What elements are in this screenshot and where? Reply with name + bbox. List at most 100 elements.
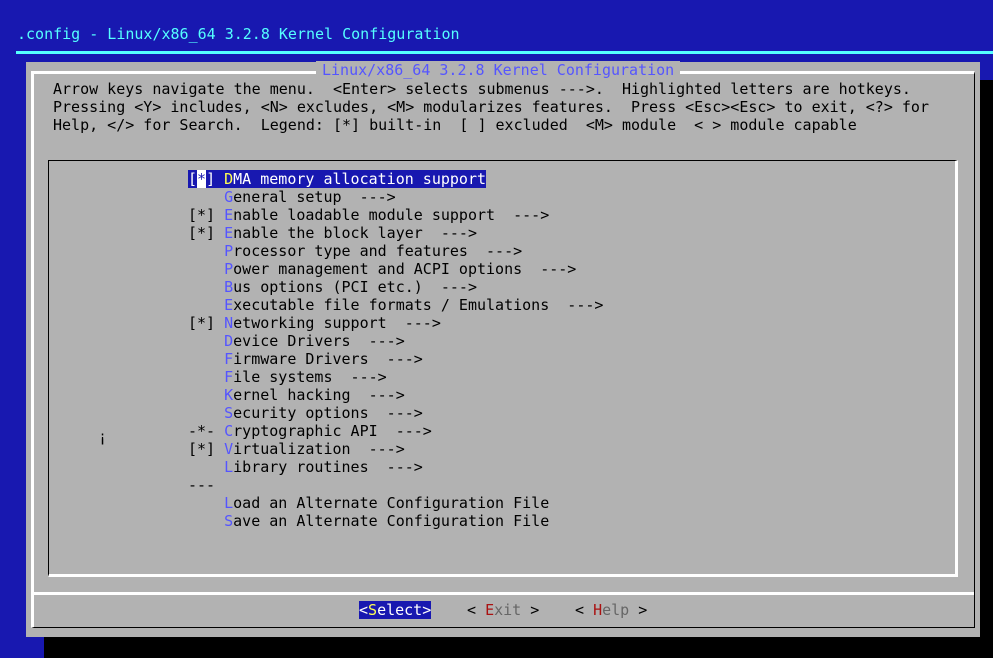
hotkey-letter: E	[485, 601, 495, 619]
hotkey-letter: C	[224, 422, 234, 440]
hotkey-letter: B	[224, 278, 234, 296]
item-label: oad an Alternate Configuration File	[233, 494, 550, 512]
help-text-line: Arrow keys navigate the menu. <Enter> se…	[53, 80, 911, 98]
bracket: >	[521, 601, 540, 619]
item-label: irmware Drivers --->	[233, 350, 423, 368]
hotkey-letter: G	[224, 188, 234, 206]
item-state	[188, 350, 224, 368]
menu-item[interactable]: File systems --->	[188, 368, 387, 386]
dialog-shadow-right	[980, 80, 993, 658]
hotkey-letter: L	[224, 458, 234, 476]
hotkey-letter: F	[224, 350, 234, 368]
bracket: <	[359, 601, 369, 619]
item-state: [	[188, 170, 198, 188]
item-state: [*]	[188, 224, 225, 242]
menu-item[interactable]: [*] Enable the block layer --->	[188, 224, 477, 242]
menu-item[interactable]: [*] DMA memory allocation support	[188, 170, 487, 188]
item-label: ecurity options --->	[233, 404, 423, 422]
item-label: rocessor type and features --->	[233, 242, 523, 260]
item-state: ---	[188, 476, 225, 494]
hotkey-letter: E	[224, 224, 234, 242]
hotkey-letter: S	[224, 512, 234, 530]
menu-item[interactable]: Device Drivers --->	[188, 332, 405, 350]
help-text-line: Help, </> for Search. Legend: [*] built-…	[53, 116, 857, 134]
item-state: [*]	[188, 314, 225, 332]
item-state	[188, 296, 224, 314]
item-state	[188, 332, 224, 350]
hotkey-letter: N	[224, 314, 234, 332]
menu-item[interactable]: Library routines --->	[188, 458, 423, 476]
hotkey-letter: E	[224, 296, 234, 314]
item-label: evice Drivers --->	[233, 332, 405, 350]
hotkey-letter: D	[224, 332, 234, 350]
item-label: nable the block layer --->	[233, 224, 477, 242]
button-label: elp	[602, 601, 630, 619]
menu-item[interactable]: Kernel hacking --->	[188, 386, 405, 404]
item-label: us options (PCI etc.) --->	[233, 278, 477, 296]
help-button[interactable]: < Help >	[575, 601, 647, 619]
hotkey-letter: E	[224, 206, 234, 224]
item-state	[188, 368, 224, 386]
item-state	[188, 260, 224, 278]
hotkey-letter: S	[368, 601, 378, 619]
item-state	[188, 458, 224, 476]
menu-item[interactable]: Processor type and features --->	[188, 242, 522, 260]
item-label: ibrary routines --->	[233, 458, 423, 476]
item-state: ]	[206, 170, 225, 188]
item-state	[188, 278, 224, 296]
item-label: ryptographic API --->	[233, 422, 432, 440]
item-state: -*-	[188, 422, 225, 440]
hotkey-letter: P	[224, 242, 234, 260]
item-label: ile systems --->	[233, 368, 387, 386]
menu-item[interactable]: ---	[188, 476, 224, 494]
hotkey-letter: F	[224, 368, 234, 386]
dialog-shadow-bottom	[44, 637, 993, 658]
select-button[interactable]: <Select>	[359, 601, 432, 619]
menu-item[interactable]: [*] Enable loadable module support --->	[188, 206, 549, 224]
bracket: <	[467, 601, 486, 619]
bracket: >	[629, 601, 648, 619]
menu-item[interactable]: General setup --->	[188, 188, 396, 206]
title-underline	[16, 51, 993, 54]
button-separator	[34, 592, 974, 595]
item-label: MA memory allocation support	[233, 170, 487, 188]
item-state	[188, 188, 224, 206]
hotkey-letter: D	[224, 170, 234, 188]
menu-item[interactable]: Security options --->	[188, 404, 423, 422]
item-state: [*]	[188, 440, 225, 458]
menu-item[interactable]: Bus options (PCI etc.) --->	[188, 278, 477, 296]
item-label: irtualization --->	[233, 440, 405, 458]
item-label: ave an Alternate Configuration File	[233, 512, 550, 530]
button-label: xit	[494, 601, 522, 619]
item-state: [*]	[188, 206, 225, 224]
bracket: <	[575, 601, 594, 619]
item-label: etworking support --->	[233, 314, 441, 332]
item-label: xecutable file formats / Emulations --->	[233, 296, 604, 314]
help-text-line: Pressing <Y> includes, <N> excludes, <M>…	[53, 98, 929, 116]
item-state	[188, 494, 224, 512]
item-label: nable loadable module support --->	[233, 206, 550, 224]
menu-item[interactable]: Save an Alternate Configuration File	[188, 512, 549, 530]
cursor: *	[197, 170, 207, 188]
bracket: >	[422, 601, 432, 619]
menu-item[interactable]: Load an Alternate Configuration File	[188, 494, 549, 512]
hotkey-letter: V	[224, 440, 234, 458]
item-state	[188, 512, 224, 530]
exit-button[interactable]: < Exit >	[467, 601, 539, 619]
menu-item[interactable]: Firmware Drivers --->	[188, 350, 423, 368]
item-state	[188, 386, 224, 404]
menu-item[interactable]: -*- Cryptographic API --->	[188, 422, 432, 440]
hotkey-letter: L	[224, 494, 234, 512]
menu-item[interactable]: [*] Virtualization --->	[188, 440, 405, 458]
dialog-title: Linux/x86_64 3.2.8 Kernel Configuration	[316, 61, 681, 79]
menu-item[interactable]: Executable file formats / Emulations ---…	[188, 296, 603, 314]
item-label: ower management and ACPI options --->	[233, 260, 577, 278]
stray-char: ¡	[98, 428, 108, 446]
hotkey-letter: S	[224, 404, 234, 422]
hotkey-letter: K	[224, 386, 234, 404]
menu-item[interactable]: Power management and ACPI options --->	[188, 260, 576, 278]
menu-item[interactable]: [*] Networking support --->	[188, 314, 441, 332]
screen-title: .config - Linux/x86_64 3.2.8 Kernel Conf…	[17, 25, 460, 43]
item-label: eneral setup --->	[233, 188, 396, 206]
item-state	[188, 404, 224, 422]
